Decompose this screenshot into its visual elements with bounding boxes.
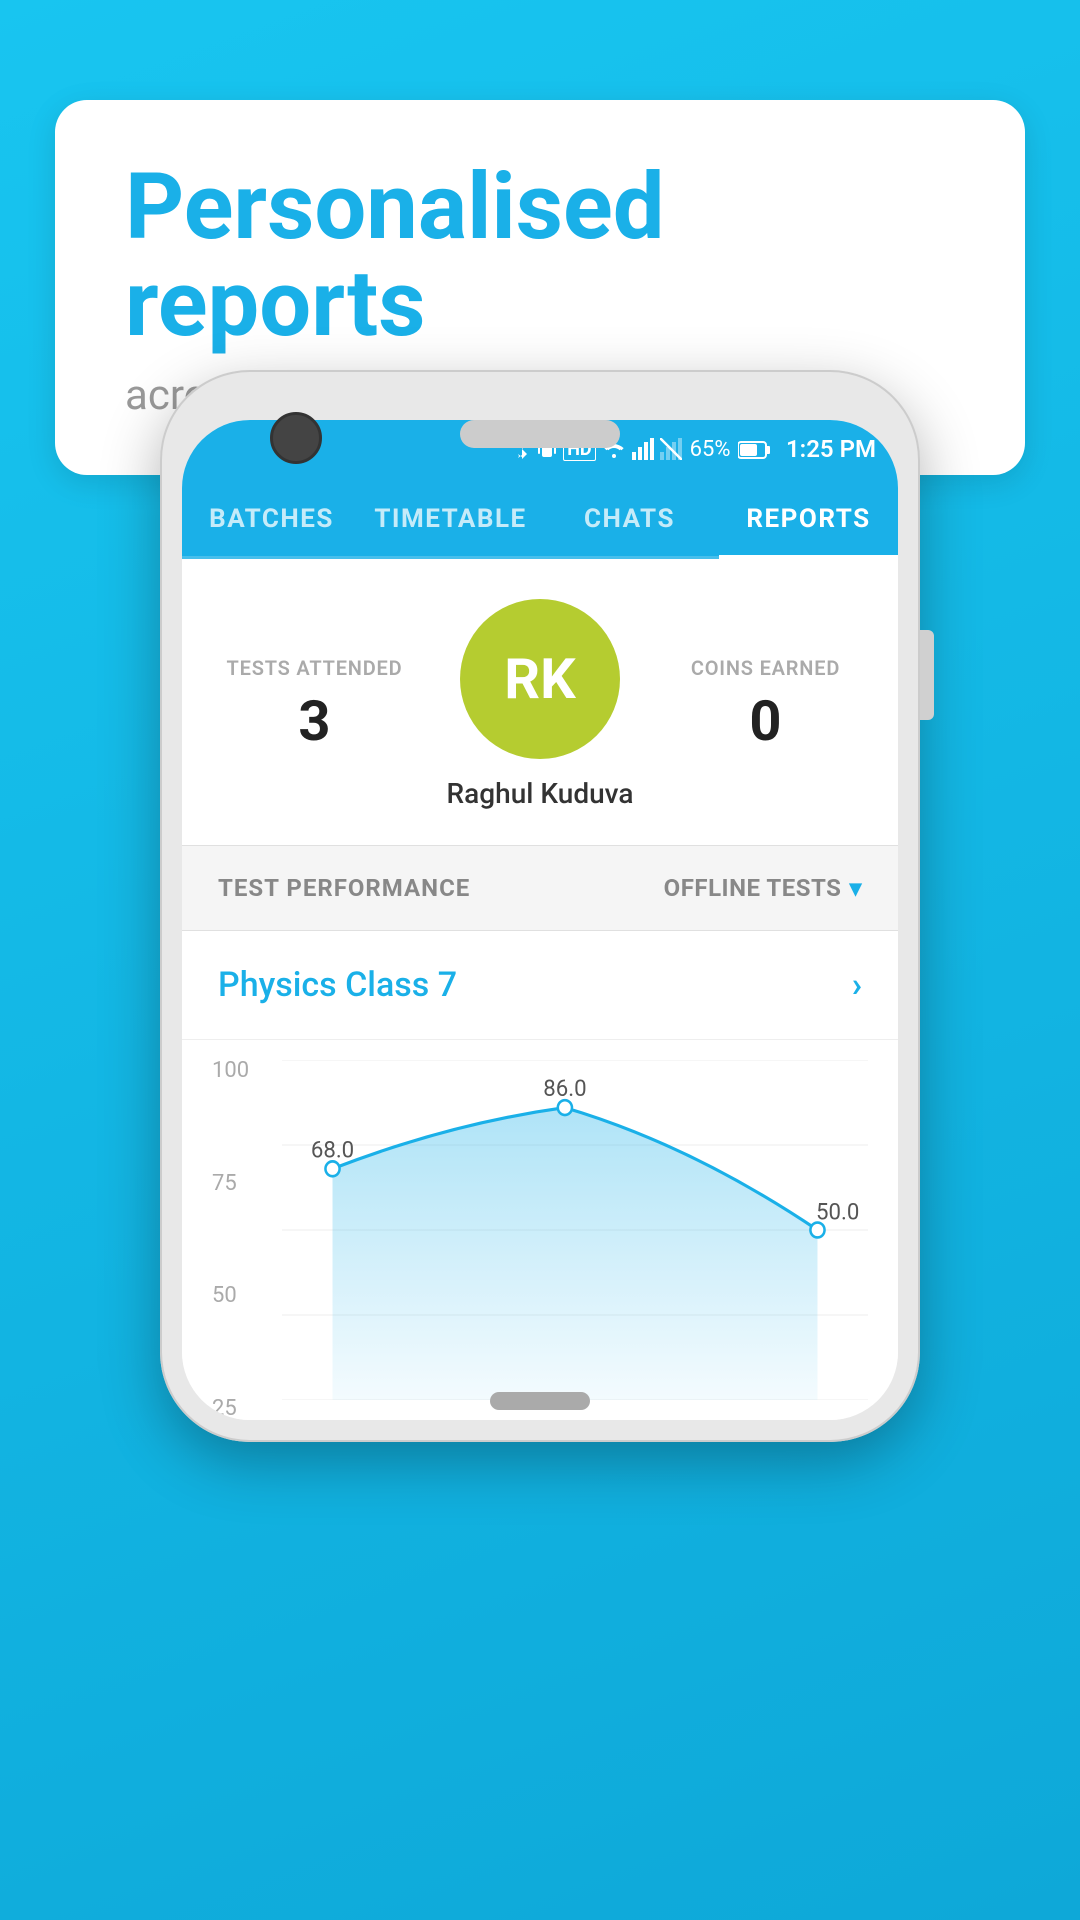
tab-reports[interactable]: REPORTS (719, 478, 898, 556)
nav-tabs: BATCHES TIMETABLE CHATS REPORTS (182, 478, 898, 559)
battery-icon (738, 441, 770, 459)
coins-earned-value: 0 (663, 688, 868, 754)
svg-text:68.0: 68.0 (311, 1136, 354, 1164)
avatar: RK (460, 599, 620, 759)
no-signal-icon (660, 438, 682, 460)
offline-tests-label: OFFLINE TESTS (664, 874, 842, 902)
coins-earned-block: COINS EARNED 0 (663, 656, 868, 754)
perf-header: TEST PERFORMANCE OFFLINE TESTS ▾ (182, 845, 898, 931)
signal-icon (632, 438, 654, 460)
coins-earned-label: COINS EARNED (663, 656, 868, 680)
class-name: Physics Class 7 (218, 965, 457, 1005)
home-indicator (490, 1392, 590, 1410)
tests-attended-value: 3 (212, 688, 417, 754)
test-performance-label: TEST PERFORMANCE (218, 874, 470, 902)
power-button (920, 630, 934, 720)
speaker (460, 420, 620, 448)
tab-chats[interactable]: CHATS (540, 478, 719, 556)
tab-batches[interactable]: BATCHES (182, 478, 361, 556)
battery-level: 65% (690, 437, 770, 462)
svg-text:86.0: 86.0 (543, 1075, 586, 1103)
y-label-50: 50 (212, 1285, 249, 1307)
phone-outer: HD 65% 1:25 PM BATCHES TIMETABLE (160, 370, 920, 1442)
svg-text:50.0: 50.0 (816, 1198, 859, 1226)
avatar-initials: RK (504, 646, 575, 712)
chevron-down-icon: ▾ (849, 874, 862, 902)
y-label-100: 100 (212, 1060, 249, 1082)
y-label-25: 25 (212, 1398, 249, 1420)
chart-area: 100 75 50 25 (182, 1040, 898, 1420)
chevron-right-icon: › (852, 965, 862, 1005)
avatar-block: RK Raghul Kuduva (417, 599, 663, 810)
tests-attended-block: TESTS ATTENDED 3 (212, 656, 417, 754)
chart-svg: 68.0 86.0 50.0 (282, 1060, 868, 1400)
profile-section: TESTS ATTENDED 3 RK Raghul Kuduva COINS … (182, 559, 898, 845)
chart-y-labels: 100 75 50 25 (212, 1060, 249, 1420)
chart-content: 68.0 86.0 50.0 (282, 1060, 868, 1420)
phone-screen: HD 65% 1:25 PM BATCHES TIMETABLE (182, 420, 898, 1420)
tab-timetable[interactable]: TIMETABLE (361, 478, 540, 556)
tests-attended-label: TESTS ATTENDED (212, 656, 417, 680)
y-label-75: 75 (212, 1173, 249, 1195)
class-row[interactable]: Physics Class 7 › (182, 931, 898, 1040)
avatar-name: Raghul Kuduva (447, 777, 634, 810)
offline-tests-dropdown[interactable]: OFFLINE TESTS ▾ (664, 874, 862, 902)
camera-icon (270, 412, 322, 464)
phone-mockup: HD 65% 1:25 PM BATCHES TIMETABLE (160, 370, 920, 1442)
status-time: 1:25 PM (786, 435, 876, 463)
bubble-title: Personalised reports (125, 160, 955, 353)
